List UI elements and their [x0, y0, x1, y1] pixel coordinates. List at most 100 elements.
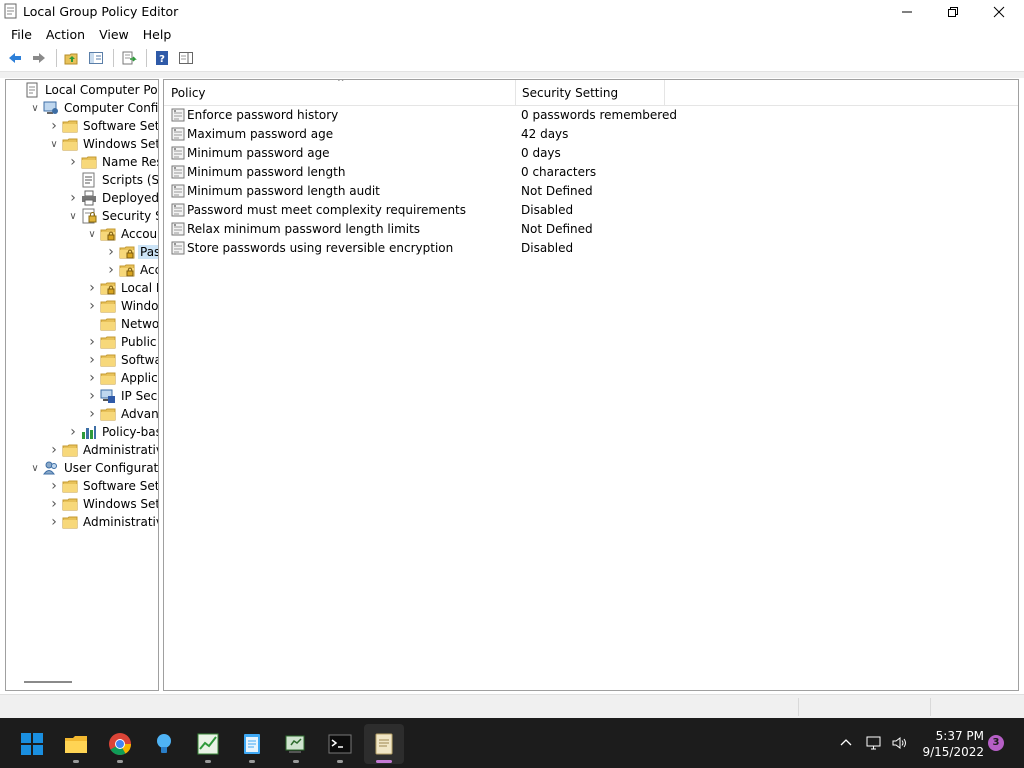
menu-action[interactable]: Action [39, 27, 92, 42]
policy-row[interactable]: Relax minimum password length limits Not … [164, 220, 1018, 239]
folder-icon [62, 514, 78, 530]
expand-chevron-icon[interactable]: › [84, 388, 100, 404]
tree-item[interactable]: › Advanced Audit Policy Configuration [84, 405, 158, 423]
tree-item[interactable]: ∨ Security Settings [65, 207, 158, 225]
back-button[interactable] [4, 47, 26, 69]
console-tree[interactable]: Local Computer Policy∨Computer Configura… [5, 79, 159, 691]
policy-row[interactable]: Store passwords using reversible encrypt… [164, 239, 1018, 258]
restore-button[interactable] [930, 0, 976, 24]
up-one-level-button[interactable] [61, 47, 83, 69]
tree-item[interactable]: › Deployed Printers [65, 189, 159, 207]
horizontal-scrollbar-thumb[interactable] [24, 681, 72, 683]
notification-badge[interactable]: 3 [988, 735, 1004, 751]
minimize-button[interactable] [884, 0, 930, 24]
tree-item[interactable]: ∨ Account Policies [84, 225, 158, 243]
help-button[interactable]: ? [151, 47, 173, 69]
tree-item[interactable]: › Administrative Templates [46, 441, 158, 459]
taskbar-notepad[interactable] [232, 724, 272, 764]
taskbar-chrome[interactable] [100, 724, 140, 764]
expand-chevron-icon[interactable]: › [46, 478, 62, 494]
tree-item[interactable]: ∨ User Configuration [27, 459, 158, 477]
tree-item[interactable]: › IP Security Policies on Local Computer [84, 387, 158, 405]
expand-chevron-icon[interactable]: › [46, 514, 62, 530]
show-hidden-icons-button[interactable] [838, 718, 854, 768]
folder-icon [81, 154, 97, 170]
tree-item[interactable]: › Public Key Policies [84, 333, 158, 351]
forward-button[interactable] [28, 47, 50, 69]
taskbar-clock[interactable]: 5:37 PM 9/15/2022 [918, 728, 984, 760]
tree-item[interactable]: › Account Lockout Policy [103, 261, 158, 279]
expand-chevron-icon[interactable]: › [65, 154, 81, 170]
taskbar-terminal[interactable] [320, 724, 360, 764]
policy-row[interactable]: Enforce password history 0 passwords reme… [164, 106, 1018, 125]
export-list-button[interactable] [118, 47, 140, 69]
tree-item[interactable]: › Windows Defender Firewall [84, 297, 158, 315]
expand-chevron-icon[interactable]: › [84, 280, 100, 296]
collapse-chevron-icon[interactable]: ∨ [27, 460, 43, 476]
collapse-chevron-icon[interactable]: ∨ [27, 100, 43, 116]
policy-row[interactable]: Password must meet complexity requiremen… [164, 201, 1018, 220]
security-icon [81, 208, 97, 224]
expand-chevron-icon[interactable]: › [84, 334, 100, 350]
tree-item[interactable]: › Software Settings [46, 117, 158, 135]
tree-item[interactable]: › Software Settings [46, 477, 158, 495]
network-tray-button[interactable] [865, 718, 883, 768]
tree-item-label: Deployed Printers [102, 191, 159, 205]
close-button[interactable] [976, 0, 1022, 24]
show-hide-tree-button[interactable] [85, 47, 107, 69]
running-indicator [205, 760, 211, 763]
policy-row[interactable]: Maximum password age 42 days [164, 125, 1018, 144]
tree-item[interactable]: › Application Control Policies [84, 369, 158, 387]
expand-chevron-icon[interactable]: › [84, 406, 100, 422]
tree-item[interactable]: Scripts (Startup/Shutdown) [65, 171, 158, 189]
collapse-chevron-icon[interactable]: ∨ [65, 208, 81, 224]
expand-chevron-icon[interactable]: › [46, 442, 62, 458]
start-button[interactable] [12, 724, 52, 764]
taskbar-notepad-active[interactable] [364, 724, 404, 764]
tree-item[interactable]: › Policy-based QoS [65, 423, 158, 441]
tree-item[interactable]: ∨ Computer Configuration [27, 99, 158, 117]
taskbar-group-policy[interactable] [276, 724, 316, 764]
lock-folder-icon [100, 280, 116, 296]
tree-item[interactable]: › Name Resolution Policy [65, 153, 158, 171]
menu-help[interactable]: Help [136, 27, 179, 42]
expand-chevron-icon[interactable]: › [65, 190, 81, 206]
tree-item[interactable]: › Software Restriction Policies [84, 351, 158, 369]
expand-chevron-icon[interactable]: › [65, 424, 81, 440]
network-icon [866, 736, 881, 750]
tree-item-label: Password Policy [138, 245, 158, 259]
policy-row[interactable]: Minimum password length audit Not Defined [164, 182, 1018, 201]
tree-item[interactable]: Local Computer Policy [8, 81, 158, 99]
tree-item[interactable]: › Windows Settings [46, 495, 158, 513]
collapse-chevron-icon[interactable]: ∨ [46, 136, 62, 152]
policy-list-pane[interactable]: Policy ^ Security Setting Enforce passwo… [163, 79, 1019, 691]
expand-chevron-icon[interactable]: › [46, 118, 62, 134]
expand-chevron-icon[interactable]: › [103, 262, 119, 278]
show-hide-action-pane-icon [179, 52, 193, 64]
expand-chevron-icon[interactable]: › [84, 352, 100, 368]
taskbar-file-explorer[interactable] [56, 724, 96, 764]
volume-tray-button[interactable] [891, 718, 909, 768]
column-divider[interactable] [664, 80, 665, 106]
show-hide-action-pane-button[interactable] [175, 47, 197, 69]
policy-name: Minimum password age [187, 146, 330, 160]
policy-row[interactable]: Minimum password length 0 characters [164, 163, 1018, 182]
column-header-security-setting[interactable]: Security Setting [515, 80, 664, 106]
tree-item[interactable]: Network List Manager Policies [84, 315, 158, 333]
tree-item[interactable]: › Local Policies [84, 279, 158, 297]
policy-row[interactable]: Minimum password age 0 days [164, 144, 1018, 163]
tree-item[interactable]: ∨ Windows Settings [46, 135, 158, 153]
expand-chevron-icon[interactable]: › [84, 298, 100, 314]
window-title: Local Group Policy Editor [23, 4, 179, 19]
expand-chevron-icon[interactable]: › [84, 370, 100, 386]
menu-view[interactable]: View [92, 27, 136, 42]
menu-file[interactable]: File [4, 27, 39, 42]
tree-item[interactable]: › Password Policy [103, 243, 158, 261]
taskbar-task-manager[interactable] [188, 724, 228, 764]
folder-icon [62, 118, 78, 134]
tree-item[interactable]: › Administrative Templates [46, 513, 158, 531]
taskbar-tips[interactable] [144, 724, 184, 764]
expand-chevron-icon[interactable]: › [46, 496, 62, 512]
expand-chevron-icon[interactable]: › [103, 244, 119, 260]
collapse-chevron-icon[interactable]: ∨ [84, 226, 100, 242]
